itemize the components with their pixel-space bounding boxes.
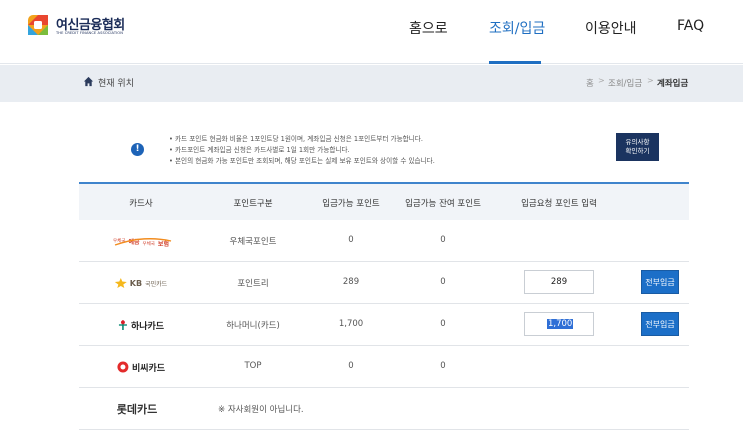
location-bar: 현재 위치 홈 > 조회/입금 > 계좌입금 (0, 65, 743, 102)
logo-mark-icon (28, 15, 48, 35)
header-card-company: 카드사 (129, 199, 153, 209)
home-icon (83, 76, 94, 87)
breadcrumb-inquiry[interactable]: 조회/입금 (608, 77, 642, 89)
table-row: 하나카드 하나머니(카드) 1,700 0 1,700 전부입금 (79, 304, 689, 346)
nav-inquiry-deposit[interactable]: 조회/입금 (489, 18, 545, 38)
bc-circle-icon (117, 361, 129, 373)
nav-faq[interactable]: FAQ (677, 18, 704, 34)
card-logo-hana: 하나카드 (118, 317, 164, 333)
deposit-all-button[interactable]: 전부입금 (641, 270, 679, 294)
table-row: 우체국 예금 우체국 보험 우체국포인트 0 0 (79, 220, 689, 262)
kb-label-b: 국민카드 (145, 280, 168, 288)
selected-input-text: 1,700 (547, 319, 574, 329)
point-type: 포인트리 (237, 279, 269, 289)
header-point-type: 포인트구분 (233, 199, 273, 209)
table-row: 롯데카드 ※ 자사회원이 아닙니다. (79, 388, 689, 430)
logo-subtext: THE CREDIT FINANCE ASSOCIATION (56, 31, 124, 35)
notice-line-3: • 본인의 현금화 가능 포인트만 조회되며, 해당 포인트는 실제 보유 포인… (169, 157, 435, 165)
available-points: 0 (348, 361, 354, 371)
point-type: 우체국포인트 (229, 237, 277, 247)
available-points: 0 (348, 235, 354, 245)
lotte-label: 롯데카드 (116, 403, 158, 416)
header-remaining: 입금가능 잔여 포인트 (405, 199, 481, 209)
remaining-points: 0 (440, 361, 446, 371)
table-header: 카드사 포인트구분 입금가능 포인트 입금가능 잔여 포인트 입금요청 포인트 … (79, 184, 689, 220)
breadcrumb-separator-icon: > (598, 76, 605, 85)
notice-button-line1: 유의사항 (625, 138, 650, 146)
nav-home[interactable]: 홈으로 (409, 18, 448, 38)
deposit-amount-input[interactable]: 289 (524, 270, 594, 294)
header-request-input: 입금요청 포인트 입력 (521, 199, 597, 209)
nav-guide[interactable]: 이용안내 (585, 18, 637, 38)
card-logo-postoffice: 우체국 예금 우체국 보험 (113, 233, 172, 249)
logo[interactable]: 여신금융협회 THE CREDIT FINANCE ASSOCIATION (26, 13, 136, 39)
deposit-all-button[interactable]: 전부입금 (641, 312, 679, 336)
deposit-amount-input[interactable]: 1,700 (524, 312, 594, 336)
bc-label: 비씨카드 (131, 363, 166, 374)
card-logo-bc: 비씨카드 (117, 359, 165, 375)
notice-button-line2: 확인하기 (625, 147, 650, 155)
notice-line-1: • 카드 포인트 현금화 비율은 1포인트당 1원이며, 계좌입금 신청은 1포… (169, 135, 423, 143)
location-label: 현재 위치 (98, 79, 134, 89)
nav-active-indicator (489, 61, 541, 64)
card-logo-lotte: 롯데카드 (117, 401, 157, 417)
header-available: 입금가능 포인트 (322, 199, 380, 209)
point-table: 카드사 포인트구분 입금가능 포인트 입금가능 잔여 포인트 입금요청 포인트 … (79, 182, 689, 430)
notice-line-2: • 카드포인트 계좌입금 신청은 카드사별로 1일 1회만 가능합니다. (169, 146, 350, 154)
card-logo-kb: KB 국민카드 (114, 275, 168, 291)
table-row: KB 국민카드 포인트리 289 0 289 전부입금 (79, 262, 689, 304)
available-points: 289 (342, 277, 360, 287)
notice-check-button[interactable]: 유의사항 확인하기 (616, 133, 659, 161)
table-row: 비씨카드 TOP 0 0 (79, 346, 689, 388)
hana-label: 하나카드 (130, 321, 165, 332)
breadcrumb-separator-icon: > (647, 76, 654, 85)
remaining-points: 0 (440, 235, 446, 245)
kb-star-icon (114, 278, 127, 288)
postoffice-swoosh-icon (114, 238, 172, 246)
remaining-points: 0 (440, 277, 446, 287)
available-points: 1,700 (338, 319, 364, 329)
top-header: 여신금융협회 THE CREDIT FINANCE ASSOCIATION 홈으… (0, 0, 743, 64)
kb-label-a: KB (129, 278, 143, 288)
breadcrumb-home[interactable]: 홈 (586, 77, 594, 89)
hana-leaf-icon (118, 320, 127, 330)
non-member-note: ※ 자사회원이 아닙니다. (218, 405, 304, 415)
breadcrumb-current: 계좌입금 (657, 79, 689, 89)
point-type: 하나머니(카드) (226, 321, 280, 331)
info-icon: ! (131, 143, 144, 156)
point-type: TOP (244, 361, 262, 371)
remaining-points: 0 (440, 319, 446, 329)
